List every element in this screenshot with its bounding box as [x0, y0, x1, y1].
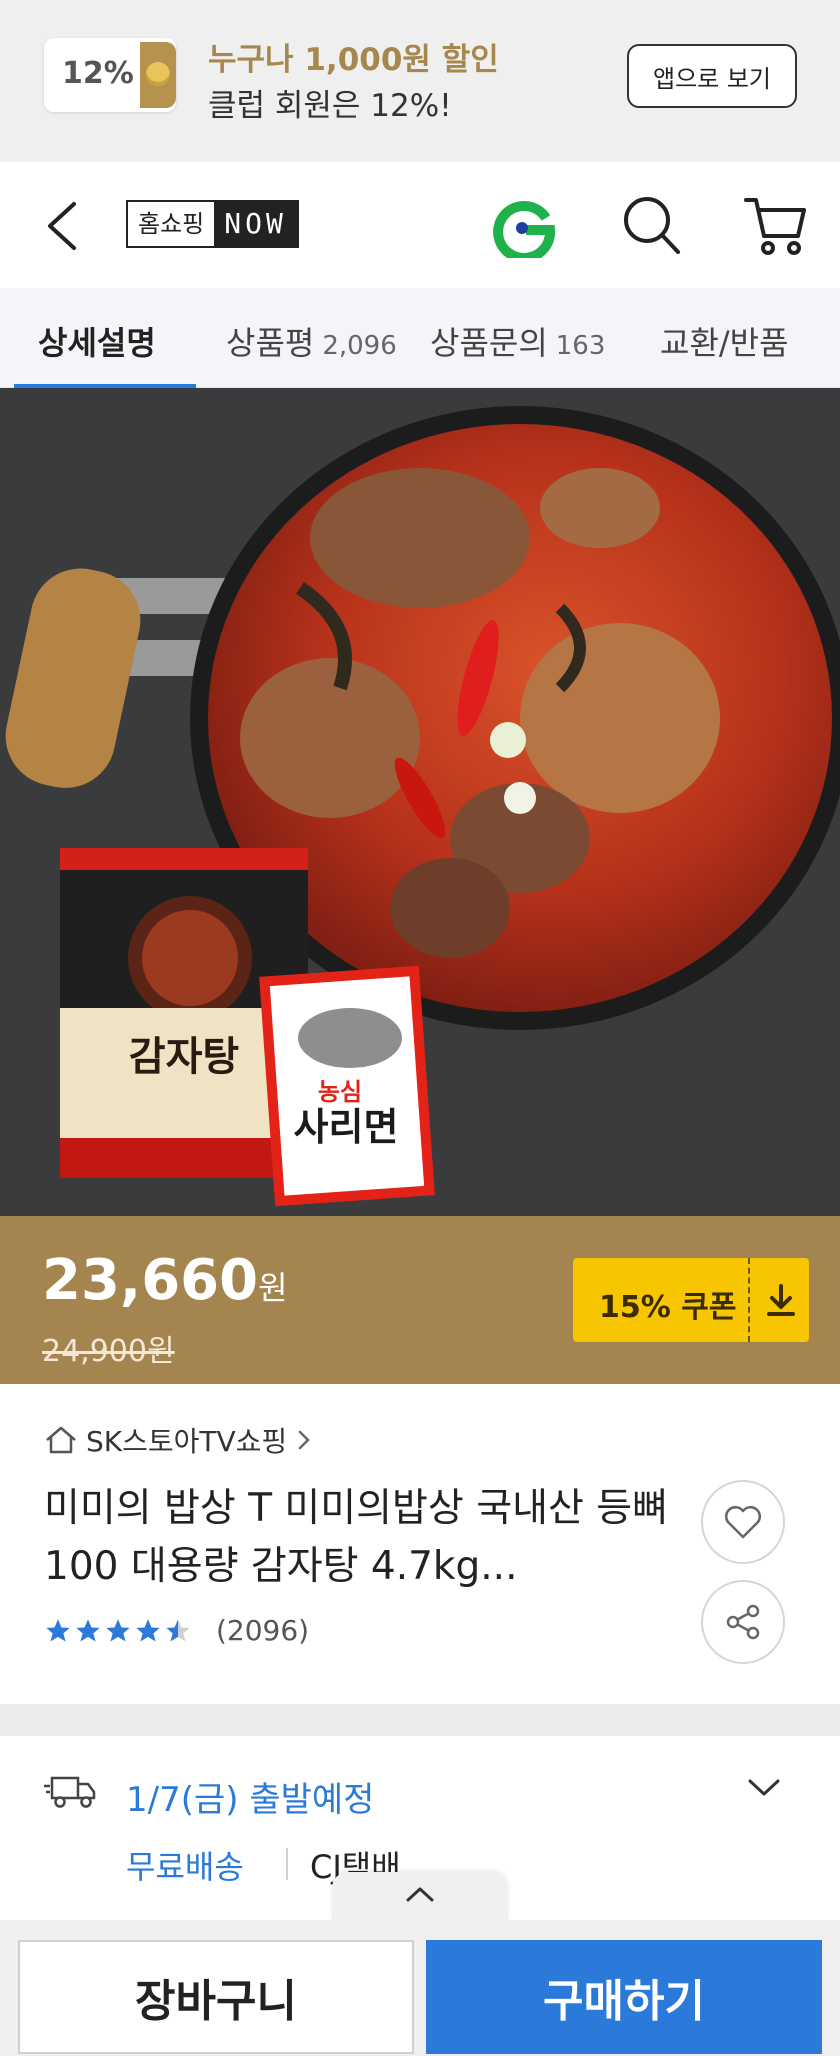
add-to-cart-button[interactable]: 장바구니 — [18, 1940, 414, 2054]
tab-count: 163 — [555, 331, 606, 361]
tab-label: 상세설명 — [38, 324, 156, 362]
share-button[interactable] — [701, 1580, 785, 1664]
bottom-action-bar: 장바구니 구매하기 — [0, 1920, 840, 2056]
chevron-up-icon — [406, 1887, 434, 1902]
price-number: 23,660 — [42, 1248, 259, 1313]
price-currency: 원 — [258, 1269, 288, 1307]
product-image[interactable]: 감자탕 농심 사리면 — [0, 388, 840, 1216]
package-brand-nongshim: 농심 — [318, 1078, 362, 1106]
heart-icon — [725, 1506, 761, 1539]
home-icon — [46, 1426, 76, 1454]
expand-handle[interactable] — [332, 1872, 508, 1920]
star-icon — [46, 1618, 70, 1641]
tab-count: 2,096 — [322, 331, 397, 361]
tab-label: 상품문의 — [430, 324, 548, 362]
chevron-down-icon[interactable] — [746, 1776, 782, 1800]
tab-inquiries[interactable]: 상품문의 163 — [430, 318, 605, 364]
half-star-icon — [166, 1618, 190, 1641]
product-photo: 감자탕 농심 사리면 — [0, 388, 840, 1216]
original-price: 24,900원 — [42, 1334, 175, 1369]
download-icon — [767, 1284, 795, 1316]
delivery-date: 1/7(금) 출발예정 — [126, 1780, 375, 1820]
open-app-button[interactable]: 앱으로 보기 — [627, 44, 797, 108]
review-count: (2096) — [216, 1614, 310, 1647]
free-shipping-label: 무료배송 — [126, 1848, 244, 1886]
tab-description[interactable]: 상세설명 — [38, 318, 156, 364]
coupon-label: 15% 쿠폰 — [599, 1290, 737, 1325]
price-bar: 23,660원 24,900원 15% 쿠폰 — [0, 1216, 840, 1384]
promo-badge: 12% — [44, 38, 176, 112]
seller-link[interactable]: SK스토아TV쇼핑 — [44, 1420, 311, 1460]
star-icon — [106, 1618, 130, 1641]
cart-icon[interactable] — [742, 192, 808, 258]
package-label-gamjatang: 감자탕 — [129, 1034, 240, 1080]
logo-korean: 홈쇼핑 — [128, 202, 215, 246]
detail-tabs: 상세설명 상품평 2,096 상품문의 163 교환/반품 — [0, 288, 840, 388]
search-icon[interactable] — [620, 192, 682, 258]
current-price: 23,660원 — [42, 1248, 288, 1313]
coin-icon — [140, 42, 176, 108]
promo-banner[interactable]: 12% 누구나 1,000원 할인 클럽 회원은 12%! 앱으로 보기 — [0, 0, 840, 162]
shipping-divider — [286, 1848, 288, 1880]
tab-label: 상품평 — [226, 324, 315, 362]
chevron-right-icon — [298, 1430, 310, 1450]
seller-name: SK스토아TV쇼핑 — [86, 1425, 288, 1458]
top-header: 홈쇼핑 NOW — [0, 162, 840, 288]
rating[interactable]: (2096) — [44, 1614, 309, 1647]
promo-headline: 누구나 1,000원 할인 — [208, 42, 499, 78]
promo-badge-percent: 12% — [62, 56, 134, 91]
package-label-sarimyeon: 사리면 — [294, 1105, 399, 1149]
logo[interactable]: 홈쇼핑 NOW — [126, 200, 299, 248]
coupon-download-button[interactable]: 15% 쿠폰 — [573, 1258, 809, 1342]
wishlist-button[interactable] — [701, 1480, 785, 1564]
rating-stars — [44, 1617, 194, 1645]
tab-exchange-return[interactable]: 교환/반품 — [660, 318, 789, 364]
tab-label: 교환/반품 — [660, 324, 789, 362]
back-icon[interactable] — [42, 198, 82, 254]
promo-subline: 클럽 회원은 12%! — [208, 88, 452, 124]
logo-now: NOW — [214, 202, 297, 246]
star-icon — [136, 1618, 160, 1641]
tab-reviews[interactable]: 상품평 2,096 — [226, 318, 397, 364]
coupon-divider — [748, 1258, 750, 1342]
buy-now-button[interactable]: 구매하기 — [426, 1940, 822, 2054]
section-divider — [0, 1704, 840, 1736]
g-icon[interactable] — [492, 194, 556, 258]
share-icon — [726, 1604, 760, 1640]
truck-icon — [44, 1776, 96, 1808]
product-title: 미미의 밥상 T 미미의밥상 국내산 등뼈100 대용량 감자탕 4.7kg..… — [44, 1486, 669, 1589]
star-icon — [76, 1618, 100, 1641]
